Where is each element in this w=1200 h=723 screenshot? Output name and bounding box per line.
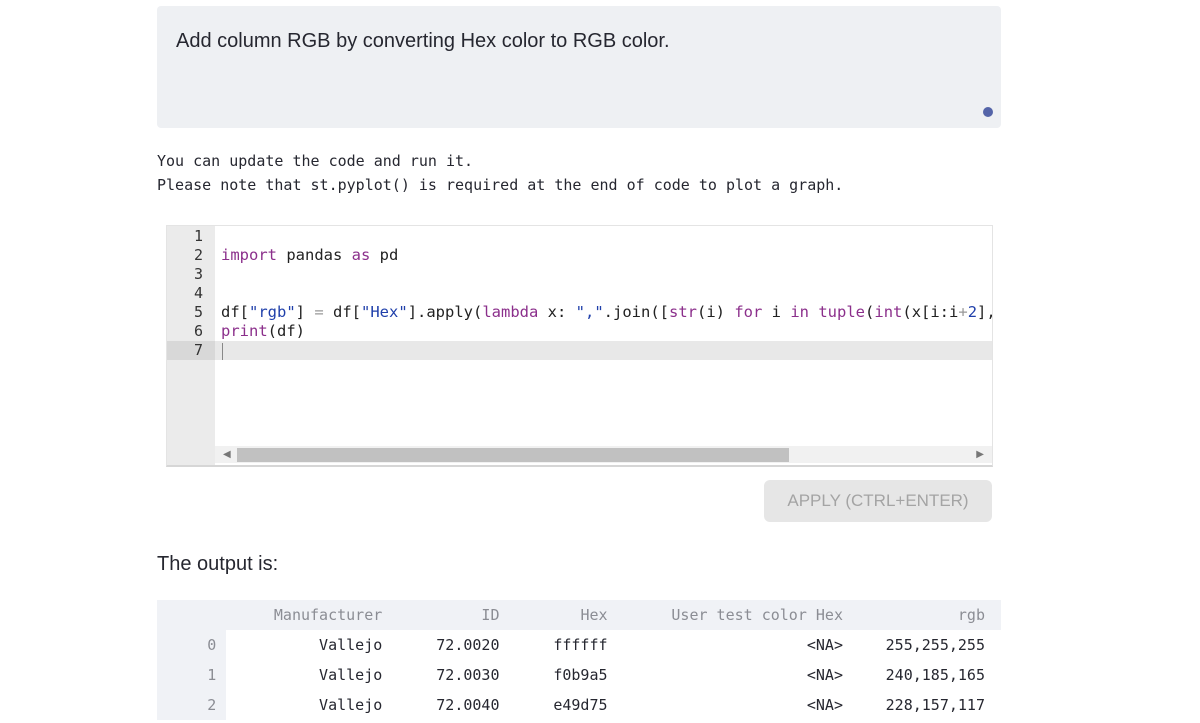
output-heading: The output is: — [157, 553, 279, 575]
code-token: (i) — [697, 303, 735, 321]
code-token: ].apply( — [407, 303, 483, 321]
code-token: import — [221, 246, 277, 264]
code-token: + — [958, 303, 968, 321]
output-table: Manufacturer ID Hex User test color Hex … — [157, 600, 1001, 720]
line-number: 1 — [193, 227, 203, 245]
table-cell: e49d75 — [553, 696, 608, 714]
table-cell: <NA> — [806, 696, 843, 714]
column-header: Hex — [499, 600, 608, 630]
table-cell: f0b9a5 — [553, 666, 608, 684]
table-cell: ffffff — [553, 636, 608, 654]
table-cell: 72.0020 — [436, 636, 500, 654]
code-token: tuple — [818, 303, 866, 321]
code-token: ( — [865, 303, 875, 321]
code-token: print — [221, 322, 268, 340]
code-token: pandas — [277, 246, 352, 264]
table-cell: Vallejo — [319, 636, 383, 654]
table-cell: <NA> — [806, 636, 843, 654]
code-token: "," — [575, 303, 604, 321]
code-token: ] — [295, 303, 315, 321]
scroll-right-icon[interactable]: ▶ — [976, 448, 984, 461]
table-row: 0 Vallejo 72.0020 ffffff <NA> 255,255,25… — [157, 630, 1001, 660]
column-header: ID — [382, 600, 500, 630]
code-token: .join([ — [603, 303, 669, 321]
column-header: rgb — [842, 600, 1001, 630]
code-editor[interactable]: 1 2 3 4 5 6 7 import pandas as pd df["rg… — [166, 225, 993, 467]
instruction-note: You can update the code and run it. Plea… — [157, 149, 843, 197]
scroll-left-icon[interactable]: ◀ — [223, 448, 231, 461]
table-header-row: Manufacturer ID Hex User test color Hex … — [157, 600, 1001, 630]
column-header: Manufacturer — [226, 600, 383, 630]
text-cursor — [222, 343, 223, 360]
table-row: 1 Vallejo 72.0030 f0b9a5 <NA> 240,185,16… — [157, 660, 1001, 690]
apply-button[interactable]: APPLY (CTRL+ENTER) — [764, 480, 992, 522]
prompt-text: Add column RGB by converting Hex color t… — [176, 30, 670, 52]
row-index: 2 — [157, 690, 227, 720]
line-number-gutter: 1 2 3 4 5 6 7 — [167, 226, 215, 465]
note-line-1: You can update the code and run it. — [157, 152, 474, 170]
table-cell: <NA> — [806, 666, 843, 684]
code-token: pd — [370, 246, 399, 264]
table-cell: Vallejo — [319, 666, 383, 684]
line-number-active: 7 — [167, 341, 215, 360]
code-token: i — [762, 303, 791, 321]
line-number: 4 — [193, 284, 203, 302]
code-line-6[interactable]: print(df) — [221, 322, 305, 341]
line-number: 2 — [193, 246, 203, 264]
code-token: x: — [538, 303, 576, 321]
line-number: 6 — [193, 322, 203, 340]
code-token: df[ — [221, 303, 249, 321]
code-token: ], — [977, 303, 992, 321]
code-token: "Hex" — [361, 303, 408, 321]
code-token: (df) — [267, 322, 305, 340]
table-cell: Vallejo — [319, 696, 383, 714]
table-cell: 240,185,165 — [885, 666, 985, 684]
question-prompt: Add column RGB by converting Hex color t… — [157, 6, 1001, 128]
code-token: str — [669, 303, 697, 321]
code-token: int — [874, 303, 903, 321]
code-line-2[interactable]: import pandas as pd — [221, 246, 398, 265]
code-token: lambda — [482, 303, 539, 321]
code-token: df[ — [323, 303, 362, 321]
code-line-5[interactable]: df["rgb"] = df["Hex"].apply(lambda x: ",… — [221, 303, 992, 322]
code-token: for — [734, 303, 763, 321]
column-header: User test color Hex — [607, 600, 843, 630]
table-cell: 72.0030 — [436, 666, 500, 684]
note-line-2: Please note that st.pyplot() is required… — [157, 176, 844, 194]
active-line-highlight — [215, 341, 992, 360]
row-index: 0 — [157, 630, 227, 660]
table-row: 2 Vallejo 72.0040 e49d75 <NA> 228,157,11… — [157, 690, 1001, 720]
code-token: in — [790, 303, 809, 321]
line-number: 5 — [193, 303, 203, 321]
row-index: 1 — [157, 660, 227, 690]
code-token: as — [351, 246, 371, 264]
column-header — [157, 600, 227, 630]
code-token: = — [314, 303, 324, 321]
code-token: "rgb" — [249, 303, 296, 321]
status-dot-icon — [983, 107, 993, 117]
table-cell: 255,255,255 — [885, 636, 985, 654]
code-token: (x[i:i — [902, 303, 959, 321]
table-cell: 228,157,117 — [885, 696, 985, 714]
horizontal-scrollbar[interactable]: ◀ ▶ — [215, 446, 992, 463]
table-cell: 72.0040 — [436, 696, 500, 714]
scrollbar-thumb[interactable] — [237, 448, 789, 462]
line-number: 3 — [193, 265, 203, 283]
code-token: 2 — [967, 303, 978, 321]
